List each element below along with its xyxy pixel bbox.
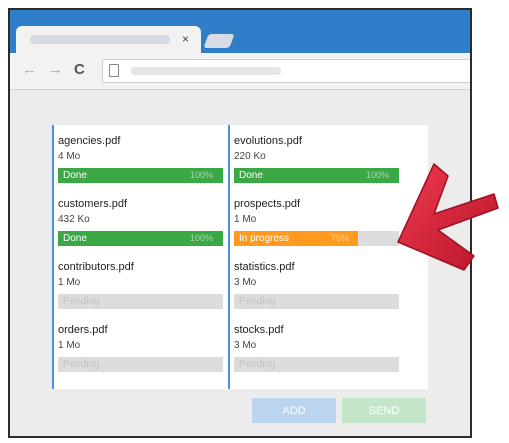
progress-percent: 75%	[331, 233, 350, 243]
progress-bar: Done 100%	[234, 168, 399, 183]
send-button[interactable]: SEND	[342, 398, 426, 423]
status-label: Done	[63, 170, 87, 181]
upload-panel: agencies.pdf 4 Mo Done 100% customers.pd…	[52, 125, 428, 389]
progress-bar: In progress 75%	[234, 231, 399, 246]
progress-bar: Pending	[234, 357, 399, 372]
url-text-blurred	[131, 67, 281, 75]
progress-percent: 100%	[190, 233, 214, 243]
browser-toolbar: ← → C	[10, 53, 470, 90]
tab-title-blurred	[30, 35, 170, 44]
status-label: Done	[63, 233, 87, 244]
progress-bar: Done 100%	[58, 168, 223, 183]
file-name: agencies.pdf	[58, 135, 121, 147]
file-item: stocks.pdf 3 Mo Pending	[234, 323, 399, 385]
file-item: contributors.pdf 1 Mo Pending	[58, 260, 223, 322]
back-arrow-icon[interactable]: ←	[22, 61, 37, 79]
file-size: 220 Ko	[234, 151, 266, 162]
progress-percent: 100%	[366, 170, 390, 180]
file-size: 1 Mo	[58, 277, 81, 288]
status-label: In progress	[239, 233, 290, 244]
file-size: 4 Mo	[58, 151, 81, 162]
page-icon	[109, 64, 119, 77]
progress-bar: Pending	[58, 357, 223, 372]
file-size: 1 Mo	[58, 340, 81, 351]
browser-tab[interactable]: ×	[16, 26, 201, 54]
file-item: customers.pdf 432 Ko Done 100%	[58, 197, 223, 259]
file-item: agencies.pdf 4 Mo Done 100%	[58, 134, 223, 196]
status-label: Done	[239, 170, 263, 181]
file-column-left: agencies.pdf 4 Mo Done 100% customers.pd…	[52, 125, 224, 389]
add-button[interactable]: ADD	[252, 398, 336, 423]
file-name: stocks.pdf	[234, 324, 284, 336]
file-item: prospects.pdf 1 Mo In progress 75%	[234, 197, 399, 259]
file-name: contributors.pdf	[58, 261, 134, 273]
status-label: Pending	[239, 359, 276, 370]
address-bar[interactable]	[102, 59, 470, 83]
status-label: Pending	[239, 296, 276, 307]
file-name: statistics.pdf	[234, 261, 295, 273]
tab-close-icon[interactable]: ×	[182, 31, 189, 47]
file-size: 3 Mo	[234, 277, 257, 288]
browser-titlebar: ×	[10, 10, 470, 54]
file-name: customers.pdf	[58, 198, 128, 210]
new-tab-button[interactable]	[203, 34, 235, 48]
file-item: evolutions.pdf 220 Ko Done 100%	[234, 134, 399, 196]
file-item: orders.pdf 1 Mo Pending	[58, 323, 223, 385]
file-name: prospects.pdf	[234, 198, 301, 210]
progress-bar: Pending	[234, 294, 399, 309]
file-item: statistics.pdf 3 Mo Pending	[234, 260, 399, 322]
file-column-right: evolutions.pdf 220 Ko Done 100% prospect…	[228, 125, 400, 389]
reload-icon[interactable]: C	[74, 61, 85, 79]
file-size: 432 Ko	[58, 214, 90, 225]
status-label: Pending	[63, 296, 100, 307]
file-name: evolutions.pdf	[234, 135, 302, 147]
progress-bar: Pending	[58, 294, 223, 309]
red-arrow-icon	[397, 163, 499, 271]
progress-percent: 100%	[190, 170, 214, 180]
file-size: 1 Mo	[234, 214, 257, 225]
file-size: 3 Mo	[234, 340, 257, 351]
progress-bar: Done 100%	[58, 231, 223, 246]
status-label: Pending	[63, 359, 100, 370]
forward-arrow-icon[interactable]: →	[48, 61, 63, 79]
file-name: orders.pdf	[58, 324, 108, 336]
